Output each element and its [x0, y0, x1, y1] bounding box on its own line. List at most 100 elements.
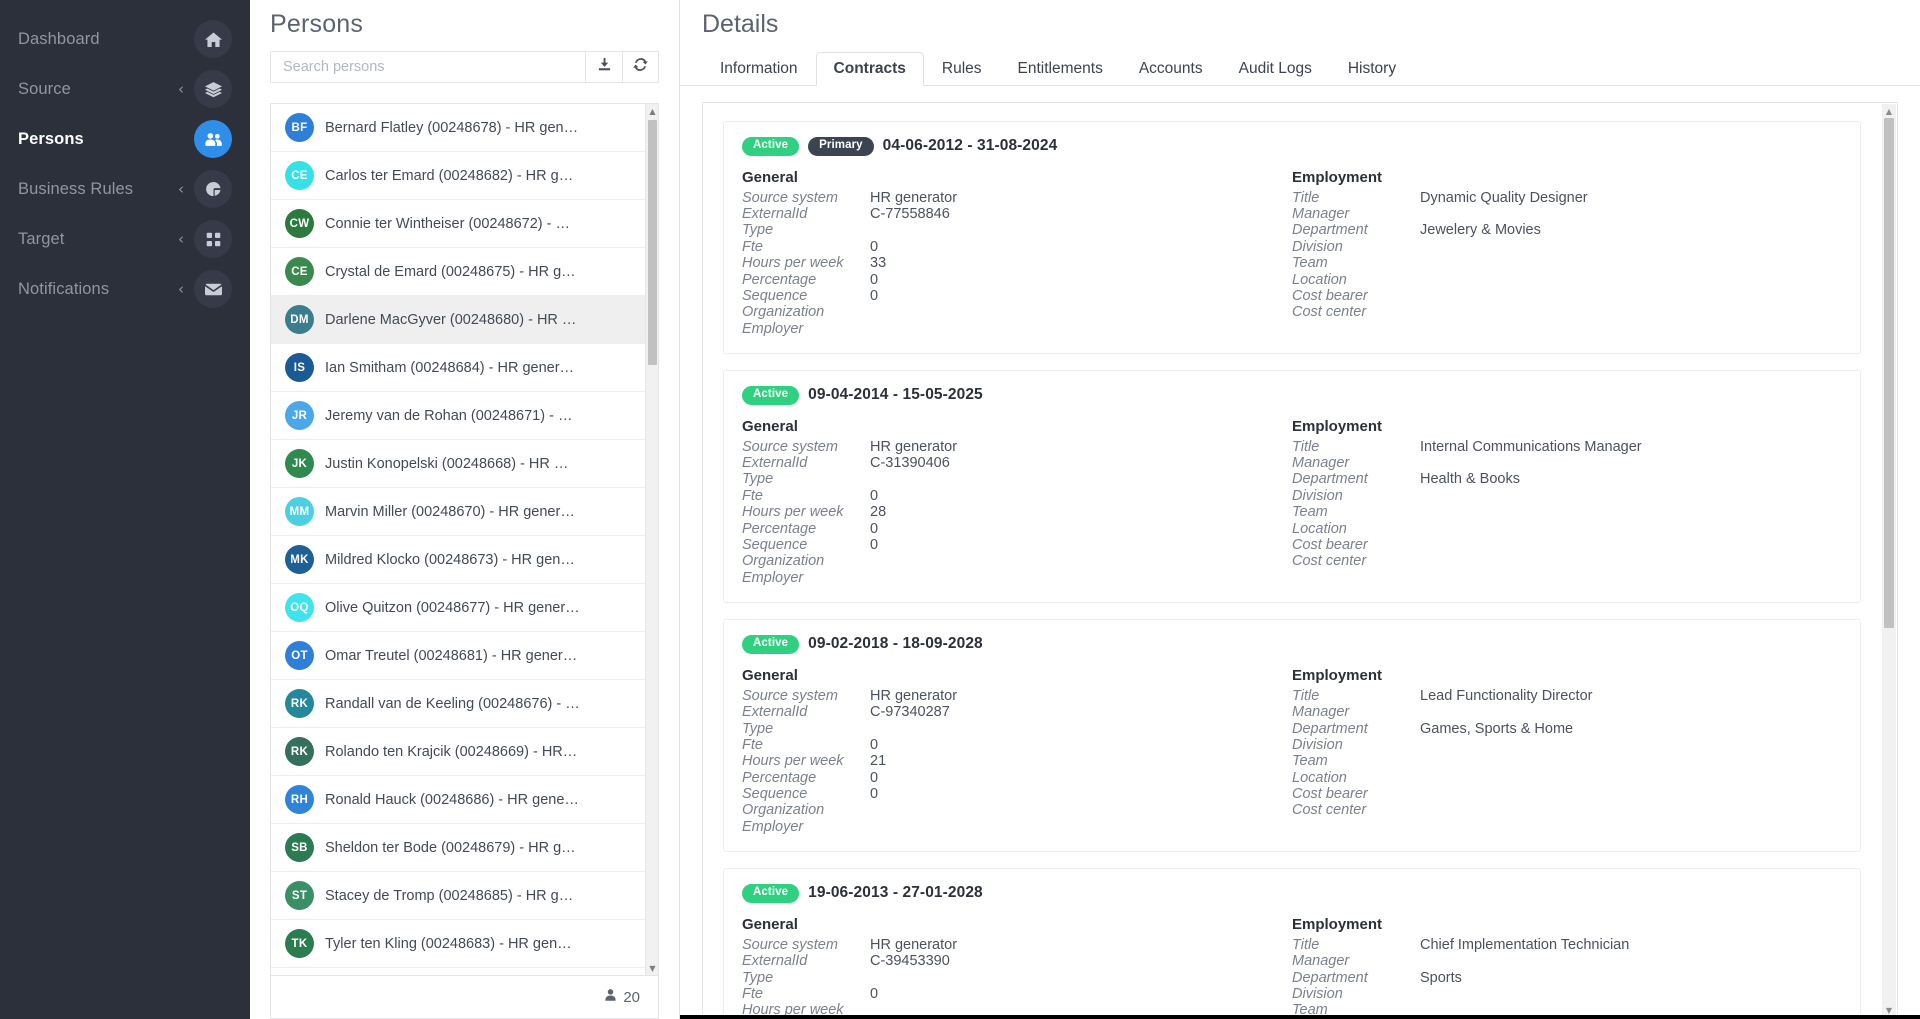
contract-card: Active 09-04-2014 - 15-05-2025 General Sour…	[723, 370, 1861, 604]
field-row: Sequence 0	[742, 537, 1292, 553]
sidebar-item-persons[interactable]: Persons	[0, 114, 250, 164]
list-item[interactable]: DM Darlene MacGyver (00248680) - HR …	[271, 296, 658, 344]
download-button[interactable]	[585, 51, 622, 83]
sidebar-item-label: Dashboard	[18, 29, 100, 48]
field-label: Title	[1292, 438, 1320, 455]
chevron-left-icon[interactable]: ‹	[178, 181, 184, 197]
field-row: Title Lead Functionality Director	[1292, 688, 1842, 704]
scrollbar-thumb[interactable]	[648, 120, 657, 365]
list-item[interactable]: SB Sheldon ter Bode (00248679) - HR g…	[271, 824, 658, 872]
list-item[interactable]: OT Omar Treutel (00248681) - HR gener…	[271, 632, 658, 680]
tab-contracts[interactable]: Contracts	[815, 52, 924, 86]
field-label: Employer	[742, 818, 804, 835]
status-badge: Active	[742, 884, 800, 903]
field-value: Dynamic Quality Designer	[1420, 189, 1588, 206]
sidebar-item-source[interactable]: Source ‹	[0, 64, 250, 114]
sidebar-item-dashboard[interactable]: Dashboard	[0, 14, 250, 64]
sidebar-item-notifications[interactable]: Notifications ‹	[0, 264, 250, 314]
tab-history[interactable]: History	[1330, 51, 1414, 85]
field-value: 0	[870, 736, 879, 753]
search-input[interactable]	[270, 51, 585, 83]
avatar: BF	[285, 113, 314, 142]
list-item[interactable]: TK Tyler ten Kling (00248683) - HR gen…	[271, 920, 658, 968]
list-item[interactable]: RK Rolando ten Krajcik (00248669) - HR…	[271, 728, 658, 776]
field-row: Title Chief Implementation Technician	[1292, 937, 1842, 953]
field-value: 0	[870, 238, 879, 255]
field-row: Source system HR generator	[742, 439, 1292, 455]
chevron-left-icon[interactable]: ‹	[178, 281, 184, 297]
list-item[interactable]: JR Jeremy van de Rohan (00248671) - …	[271, 392, 658, 440]
field-label: Department	[1292, 720, 1368, 737]
list-item[interactable]: MM Marvin Miller (00248670) - HR gener…	[271, 488, 658, 536]
refresh-button[interactable]	[622, 51, 659, 83]
avatar: RK	[285, 737, 314, 766]
list-item[interactable]: OQ Olive Quitzon (00248677) - HR gener…	[271, 584, 658, 632]
list-item[interactable]: CE Crystal de Emard (00248675) - HR g…	[271, 248, 658, 296]
employment-heading: Employment	[1292, 168, 1383, 186]
field-label: Department	[1292, 969, 1368, 986]
field-value: 0	[870, 537, 879, 554]
persons-list-scrollbar[interactable]: ▲ ▼	[645, 104, 658, 975]
list-item[interactable]: CE Carlos ter Emard (00248682) - HR g…	[271, 152, 658, 200]
list-item[interactable]: BF Bernard Flatley (00248678) - HR gen…	[271, 104, 658, 152]
avatar: DM	[285, 305, 314, 334]
details-scrollbar[interactable]: ▲ ▼	[1882, 104, 1896, 1017]
contracts-content: Active Primary 04-06-2012 - 31-08-2024 Gene…	[702, 102, 1898, 1019]
field-label: Fte	[742, 238, 763, 255]
field-label: Type	[742, 222, 774, 239]
avatar: CE	[285, 161, 314, 190]
field-row: Employer	[742, 570, 1292, 586]
field-row: Employer	[742, 819, 1292, 835]
general-column: General Source system HR generator External…	[742, 667, 1292, 836]
sidebar-item-target[interactable]: Target ‹	[0, 214, 250, 264]
general-column: General Source system HR generator External…	[742, 169, 1292, 338]
search-toolbar	[250, 51, 679, 83]
field-row: ExternalId C-39453390	[742, 953, 1292, 969]
contract-card-header: Active Primary 04-06-2012 - 31-08-2024	[742, 137, 1842, 156]
field-row: Cost center	[1292, 802, 1842, 818]
person-name: Tyler ten Kling (00248683) - HR gen…	[325, 935, 572, 952]
chevron-left-icon[interactable]: ‹	[178, 81, 184, 97]
person-name: Carlos ter Emard (00248682) - HR g…	[325, 167, 574, 184]
avatar: MM	[285, 497, 314, 526]
field-row: Department Jewelery & Movies	[1292, 222, 1842, 238]
field-row: Type	[742, 969, 1292, 986]
field-value: Sports	[1420, 969, 1462, 986]
details-panel: Details Information Contracts Rules Entitle…	[680, 0, 1920, 1019]
scroll-down-icon[interactable]: ▼	[646, 961, 658, 975]
chevron-left-icon[interactable]: ‹	[178, 231, 184, 247]
field-label: Department	[1292, 222, 1368, 239]
field-row: Fte 0	[742, 488, 1292, 504]
list-item[interactable]: ST Stacey de Tromp (00248685) - HR g…	[271, 872, 658, 920]
avatar: JR	[285, 401, 314, 430]
list-item[interactable]: RK Randall van de Keeling (00248676) - …	[271, 680, 658, 728]
tab-entitlements[interactable]: Entitlements	[1000, 51, 1121, 85]
field-label: Employer	[742, 569, 804, 586]
tab-audit-logs[interactable]: Audit Logs	[1221, 51, 1330, 85]
field-row: Percentage 0	[742, 520, 1292, 537]
general-heading: General	[742, 168, 798, 186]
persons-panel: Persons BFBernard Flatl	[250, 0, 680, 1019]
list-item[interactable]: RH Ronald Hauck (00248686) - HR gene…	[271, 776, 658, 824]
details-scroll-up-icon[interactable]: ▲	[1882, 104, 1896, 118]
field-label: Sequence	[742, 786, 808, 803]
refresh-icon	[633, 57, 648, 77]
general-heading: General	[742, 666, 798, 684]
scroll-up-icon[interactable]: ▲	[646, 104, 658, 118]
field-value: 0	[870, 520, 879, 537]
field-row: Team	[1292, 504, 1842, 520]
details-scrollbar-thumb[interactable]	[1884, 118, 1894, 628]
field-row: Cost center	[1292, 553, 1842, 569]
list-item[interactable]: JK Justin Konopelski (00248668) - HR …	[271, 440, 658, 488]
status-badge: Active	[742, 635, 800, 654]
field-row: Division	[1292, 737, 1842, 753]
tab-rules[interactable]: Rules	[924, 51, 1000, 85]
list-item[interactable]: CW Connie ter Wintheiser (00248672) - …	[271, 200, 658, 248]
tab-accounts[interactable]: Accounts	[1121, 51, 1221, 85]
list-item[interactable]: MK Mildred Klocko (00248673) - HR gen…	[271, 536, 658, 584]
tab-information[interactable]: Information	[702, 51, 816, 85]
sidebar-item-business-rules[interactable]: Business Rules ‹	[0, 164, 250, 214]
list-item[interactable]: IS Ian Smitham (00248684) - HR gener…	[271, 344, 658, 392]
home-icon	[194, 20, 232, 58]
field-row: Organization	[742, 553, 1292, 569]
